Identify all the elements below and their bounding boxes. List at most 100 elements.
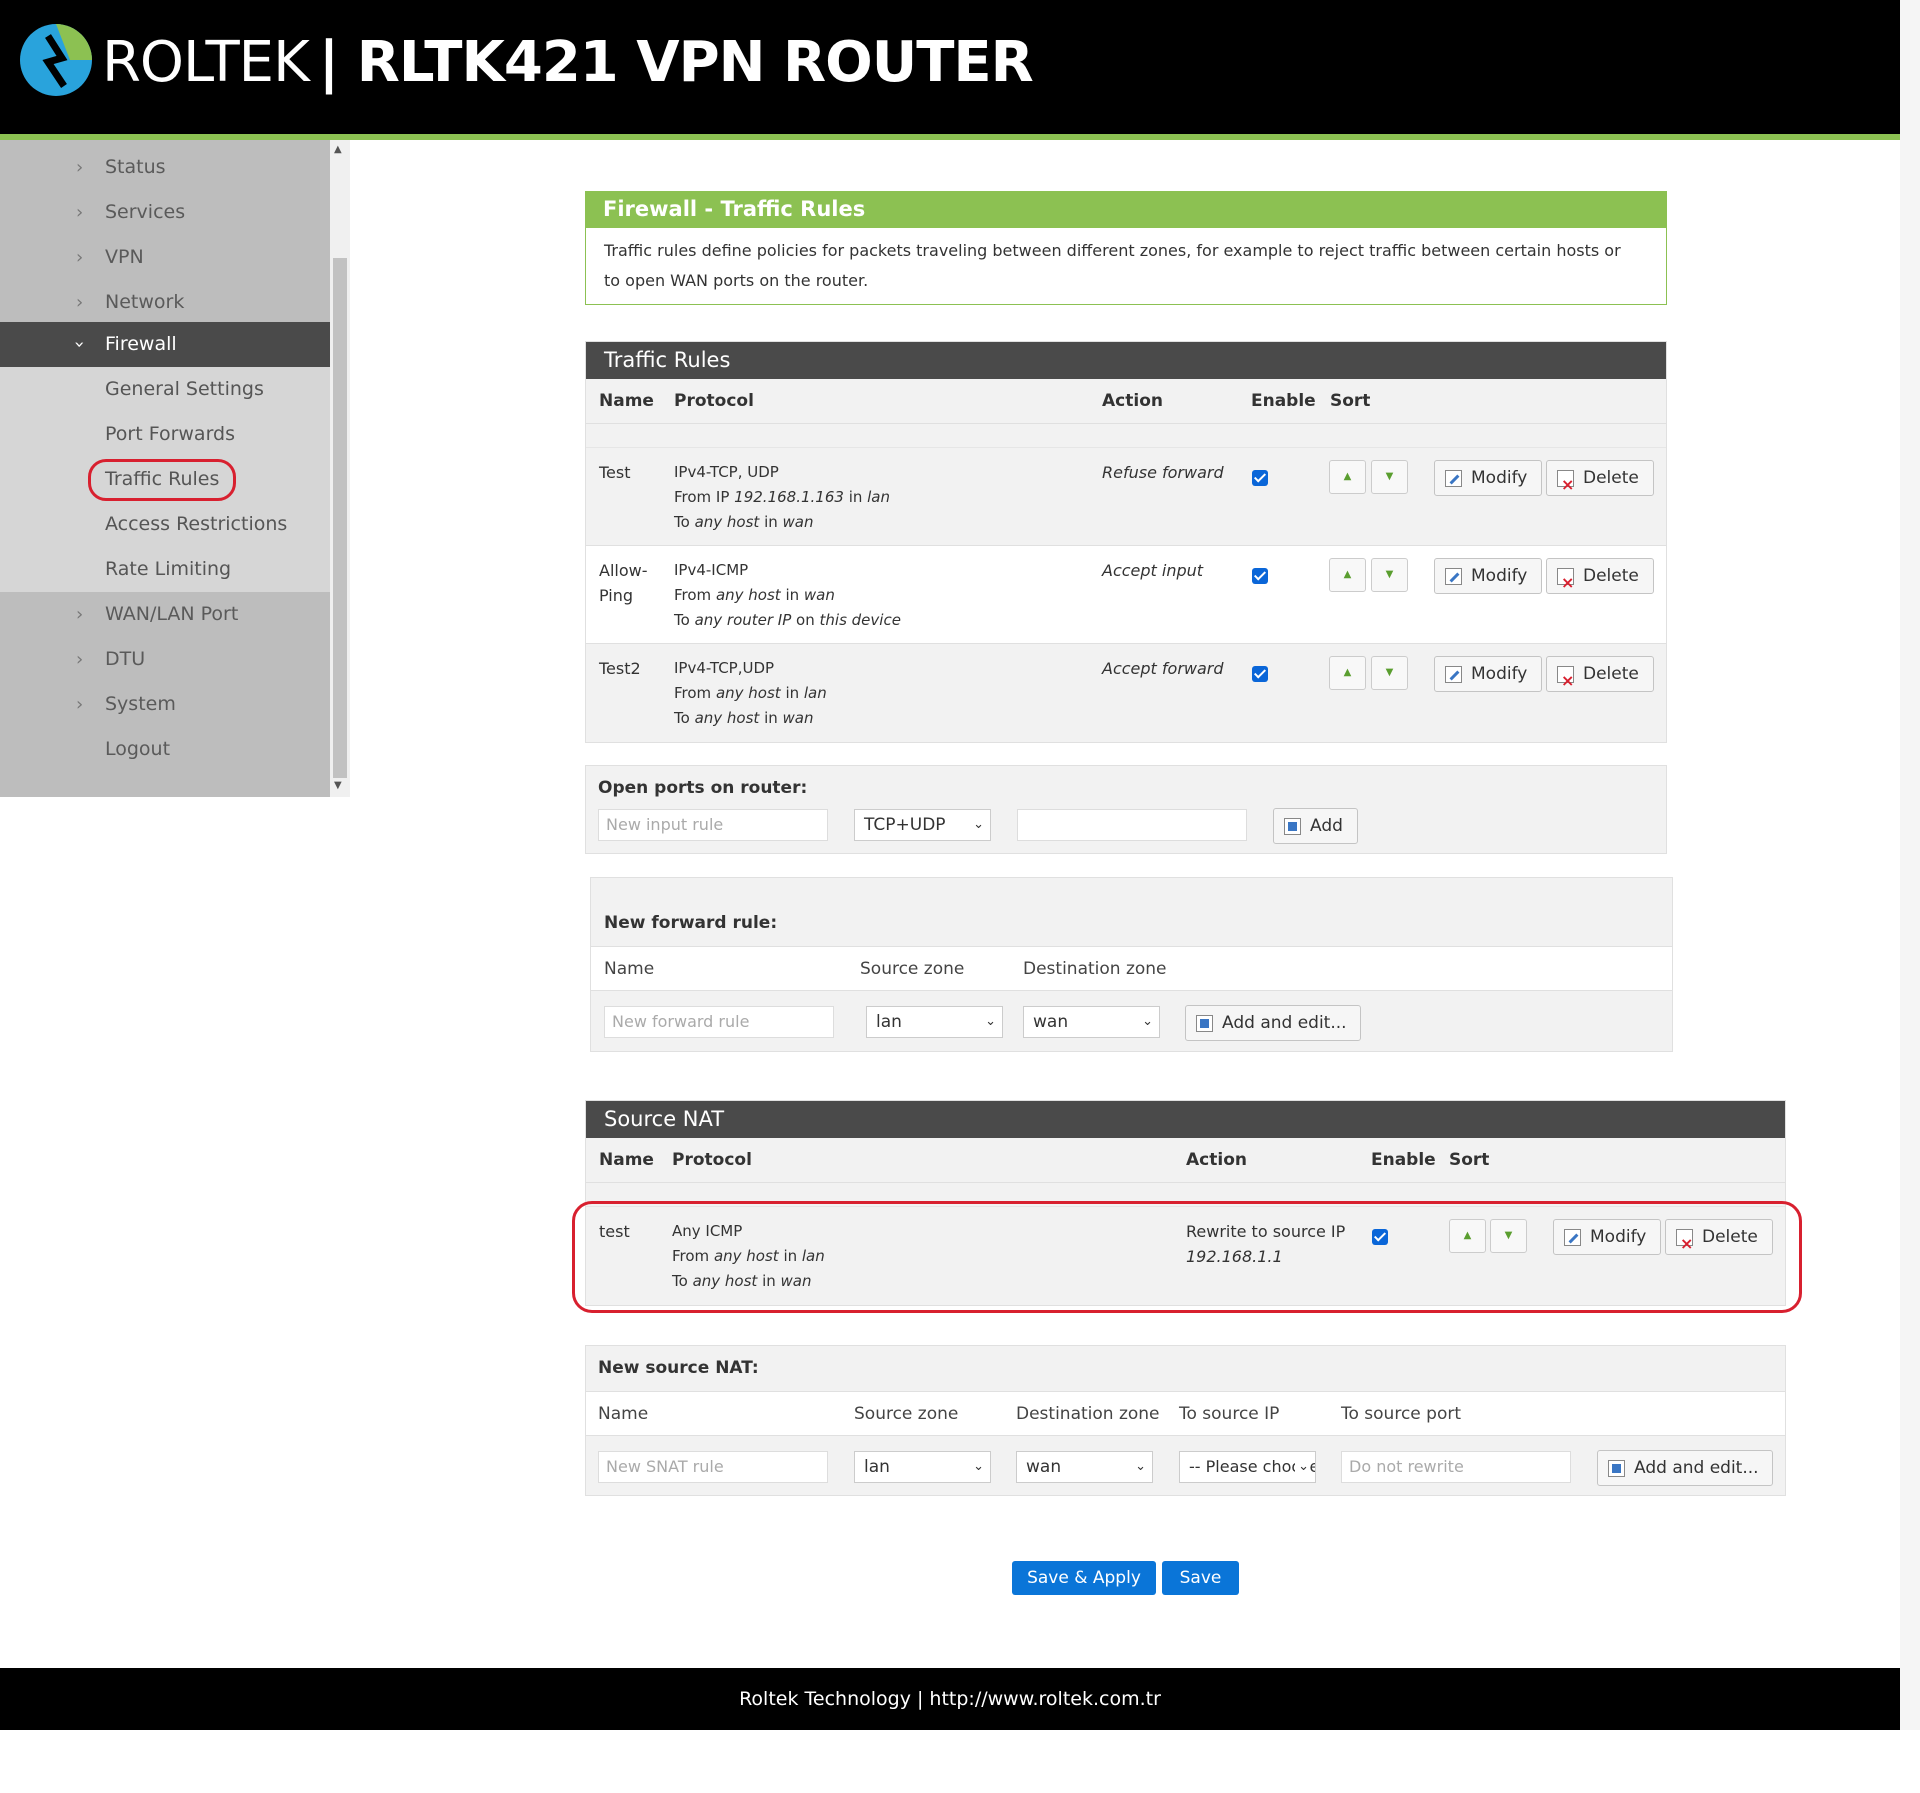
new-snat-panel: New source NAT: Name Source zone Destina… (585, 1345, 1786, 1496)
new-snat-name-input[interactable]: New SNAT rule (598, 1451, 828, 1483)
sidebar-item-system[interactable]: › System (0, 682, 330, 727)
enable-checkbox[interactable] (1252, 666, 1268, 682)
sort-up-button[interactable]: ▲ (1329, 558, 1366, 592)
modify-button[interactable]: Modify (1434, 656, 1542, 692)
selected-value: wan (1033, 1012, 1069, 1032)
sidebar-item-label: DTU (105, 648, 146, 670)
add-icon (1608, 1460, 1625, 1477)
rule-protocol: IPv4-ICMP From any host in wan To any ro… (674, 558, 901, 633)
table-spacer (586, 424, 1666, 448)
scrollbar-thumb[interactable] (333, 258, 347, 778)
delete-button[interactable]: Delete (1546, 460, 1654, 502)
rule-protocol: IPv4-TCP, UDP From IP 192.168.1.163 in l… (674, 460, 890, 535)
delete-label: Delete (1583, 468, 1639, 488)
enable-checkbox[interactable] (1252, 470, 1268, 486)
sidebar-item-port-forwards[interactable]: Port Forwards (0, 412, 330, 457)
page-scrollbar[interactable] (1900, 0, 1920, 1730)
delete-icon (1557, 566, 1574, 600)
save-apply-button[interactable]: Save & Apply (1012, 1561, 1156, 1595)
page-title: Firewall - Traffic Rules (585, 191, 1667, 228)
sidebar-item-access-restrictions[interactable]: Access Restrictions (0, 502, 330, 547)
sort-down-button[interactable]: ▼ (1371, 656, 1408, 690)
sidebar-item-wan-lan-port[interactable]: › WAN/LAN Port (0, 592, 330, 637)
sidebar-item-firewall[interactable]: › Firewall (0, 322, 330, 367)
scroll-up-icon[interactable]: ▲ (334, 144, 342, 155)
open-port-port-input[interactable] (1017, 809, 1247, 841)
open-port-protocol-select[interactable]: TCP+UDP ⌄ (854, 809, 991, 841)
selected-value: TCP+UDP (864, 815, 946, 835)
delete-label: Delete (1583, 664, 1639, 684)
new-forward-header: Name Source zone Destination zone (591, 946, 1672, 991)
from-in: in (780, 684, 804, 702)
intro-section: Firewall - Traffic Rules Traffic rules d… (585, 191, 1667, 305)
new-forward-source-select[interactable]: lan ⌄ (866, 1006, 1003, 1038)
col-name: Name (599, 1150, 654, 1170)
add-label: Add and edit... (1222, 1013, 1347, 1033)
sidebar-item-rate-limiting[interactable]: Rate Limiting (0, 547, 330, 592)
from-value: any host (715, 684, 781, 702)
sidebar-item-general-settings[interactable]: General Settings (0, 367, 330, 412)
add-forward-button[interactable]: Add and edit... (1185, 1005, 1361, 1041)
col-sort: Sort (1330, 391, 1371, 411)
add-open-port-button[interactable]: Add (1273, 808, 1358, 844)
chevron-right-icon: › (76, 247, 84, 268)
add-label: Add (1310, 816, 1343, 836)
traffic-rules-header: Name Protocol Action Enable Sort (586, 379, 1666, 424)
enable-checkbox[interactable] (1252, 568, 1268, 584)
new-snat-source-select[interactable]: lan ⌄ (854, 1451, 991, 1483)
sidebar-item-network[interactable]: › Network (0, 280, 330, 325)
rule-action: Refuse forward (1102, 463, 1224, 482)
modify-label: Modify (1471, 566, 1528, 586)
sidebar-item-label: Services (105, 201, 186, 223)
delete-button[interactable]: Delete (1546, 558, 1654, 600)
add-snat-button[interactable]: Add and edit... (1597, 1450, 1773, 1486)
sort-up-button[interactable]: ▲ (1329, 656, 1366, 690)
open-port-name-input[interactable]: New input rule (598, 809, 828, 841)
from-value: any host (715, 586, 781, 604)
selected-value: lan (876, 1012, 902, 1032)
to-prefix: To (674, 709, 695, 727)
sidebar-item-status[interactable]: › Status (0, 145, 330, 190)
modify-button[interactable]: Modify (1434, 460, 1542, 496)
modify-button[interactable]: Modify (1434, 558, 1542, 594)
sort-down-button[interactable]: ▼ (1371, 460, 1408, 494)
sidebar-item-dtu[interactable]: › DTU (0, 637, 330, 682)
col-action: Action (1102, 391, 1163, 411)
chevron-down-icon: ⌄ (1295, 1452, 1309, 1482)
scroll-down-icon[interactable]: ▼ (334, 780, 342, 791)
add-label: Add and edit... (1634, 1458, 1759, 1478)
save-button[interactable]: Save (1162, 1561, 1239, 1595)
new-forward-dest-select[interactable]: wan ⌄ (1023, 1006, 1160, 1038)
to-in: on (791, 611, 820, 629)
from-zone: lan (867, 488, 891, 506)
delete-button[interactable]: Delete (1546, 656, 1654, 698)
sidebar-item-vpn[interactable]: › VPN (0, 235, 330, 280)
sidebar-item-logout[interactable]: Logout (0, 727, 330, 772)
chevron-down-icon: ⌄ (1142, 1014, 1153, 1029)
delete-label: Delete (1583, 566, 1639, 586)
col-source-zone: Source zone (854, 1404, 959, 1424)
sidebar-scrollbar[interactable]: ▲ ▼ (330, 140, 350, 797)
new-snat-header: Name Source zone Destination zone To sou… (586, 1391, 1785, 1436)
modify-label: Modify (1471, 468, 1528, 488)
traffic-rules-section: Traffic Rules Name Protocol Action Enabl… (585, 341, 1667, 743)
sort-up-button[interactable]: ▲ (1329, 460, 1366, 494)
col-sort: Sort (1449, 1150, 1490, 1170)
chevron-right-icon: › (76, 604, 84, 625)
new-snat-source-ip-select[interactable]: -- Please choose --⌄ (1179, 1451, 1316, 1483)
col-protocol: Protocol (672, 1150, 752, 1170)
col-source-ip: To source IP (1179, 1404, 1280, 1424)
to-in: in (759, 709, 783, 727)
sidebar-item-label: General Settings (105, 378, 264, 400)
sidebar-item-label: System (105, 693, 176, 715)
sidebar-item-label: Rate Limiting (105, 558, 232, 580)
sidebar-item-services[interactable]: › Services (0, 190, 330, 235)
new-forward-name-input[interactable]: New forward rule (604, 1006, 834, 1038)
sort-down-button[interactable]: ▼ (1371, 558, 1408, 592)
sidebar-item-label: VPN (105, 246, 144, 268)
new-snat-dest-select[interactable]: wan ⌄ (1016, 1451, 1153, 1483)
new-snat-source-port-input[interactable]: Do not rewrite (1341, 1451, 1571, 1483)
sidebar-item-label: Network (105, 291, 185, 313)
add-icon (1196, 1015, 1213, 1032)
chevron-right-icon: › (76, 292, 84, 313)
